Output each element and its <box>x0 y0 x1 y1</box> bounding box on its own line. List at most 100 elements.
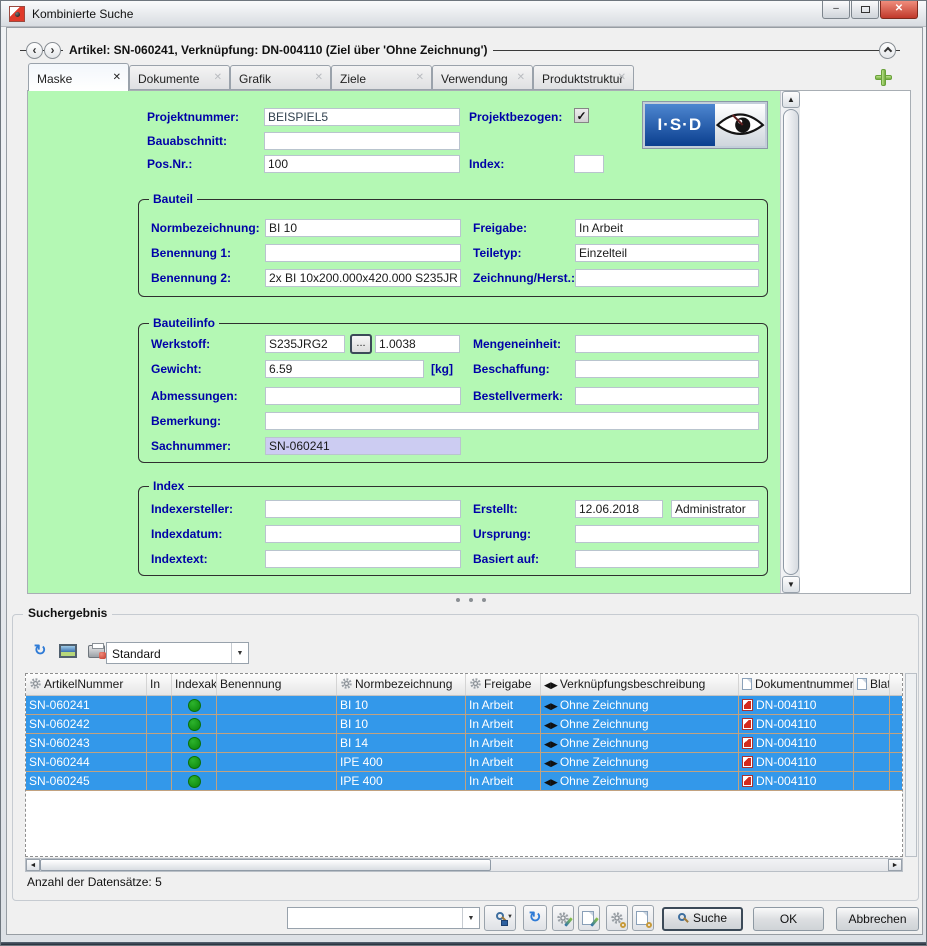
table-horizontal-scrollbar[interactable]: ◄ ► <box>25 858 903 872</box>
refresh-search-button[interactable]: ↻ <box>523 905 547 931</box>
basiert-field[interactable] <box>575 550 759 568</box>
maximize-button[interactable] <box>851 1 879 19</box>
col-artikelnummer[interactable]: ArtikelNummer <box>26 674 147 695</box>
werkstoff-field[interactable] <box>265 335 345 353</box>
tab-close-icon[interactable]: ✕ <box>113 72 121 83</box>
indextext-field[interactable] <box>265 550 461 568</box>
chevron-down-icon[interactable]: ▼ <box>231 643 248 663</box>
tab-grafik[interactable]: Grafik ✕ <box>230 65 331 90</box>
result-view-select[interactable]: Standard ▼ <box>106 642 249 664</box>
werkstoffnr-field[interactable] <box>375 335 460 353</box>
indexdatum-field[interactable] <box>265 525 461 543</box>
scroll-down-button[interactable]: ▼ <box>782 576 800 593</box>
kombinierte-suche-window: Kombinierte Suche – ✕ ‹ › Artikel: SN-06… <box>0 0 927 946</box>
basiert-label: Basiert auf: <box>473 552 539 566</box>
tab-close-icon[interactable]: ✕ <box>618 72 626 83</box>
projektnummer-field[interactable] <box>264 108 460 126</box>
bauabschnitt-field[interactable] <box>264 132 460 150</box>
add-tab-button[interactable] <box>873 67 894 88</box>
article-mask-button[interactable] <box>552 905 574 931</box>
col-normbezeichnung[interactable]: Normbezeichnung <box>337 674 466 695</box>
scroll-up-button[interactable]: ▲ <box>782 91 800 108</box>
tab-ziele[interactable]: Ziele ✕ <box>331 65 432 90</box>
sachnummer-field[interactable] <box>265 437 461 455</box>
posnr-field[interactable] <box>264 155 460 173</box>
minimize-icon: – <box>833 3 839 14</box>
beschaffung-field[interactable] <box>575 360 759 378</box>
tab-produktstruktur[interactable]: Produktstruktur ✕ <box>533 65 634 90</box>
tab-maske[interactable]: Maske ✕ <box>28 63 129 91</box>
col-benennung[interactable]: Benennung <box>217 674 337 695</box>
document-search-button[interactable] <box>632 905 654 931</box>
ok-button[interactable]: OK <box>753 907 824 931</box>
scrollbar-thumb[interactable] <box>783 109 799 575</box>
tab-dokumente[interactable]: Dokumente ✕ <box>129 65 230 90</box>
tab-close-icon[interactable]: ✕ <box>214 72 222 83</box>
teiletyp-field[interactable] <box>575 244 759 262</box>
table-row[interactable]: SN-060244 IPE 400 In Arbeit ◀▶Ohne Zeich… <box>26 753 902 772</box>
splitter-handle[interactable] <box>447 598 495 606</box>
scrollbar-thumb[interactable] <box>40 859 491 871</box>
benennung2-field[interactable] <box>265 269 461 287</box>
table-row[interactable]: SN-060243 BI 14 In Arbeit ◀▶Ohne Zeichnu… <box>26 734 902 753</box>
abbrechen-button[interactable]: Abbrechen <box>836 907 919 931</box>
tab-close-icon[interactable]: ✕ <box>416 72 424 83</box>
tab-close-icon[interactable]: ✕ <box>517 72 525 83</box>
scroll-right-icon: ► <box>892 862 899 869</box>
abmessungen-field[interactable] <box>265 387 461 405</box>
col-blatt[interactable]: Blatt <box>854 674 890 695</box>
col-indexakt[interactable]: Indexakt <box>172 674 217 695</box>
col-in[interactable]: In <box>147 674 172 695</box>
nav-back-button[interactable]: ‹ <box>26 42 43 59</box>
close-button[interactable]: ✕ <box>880 1 918 19</box>
scroll-left-button[interactable]: ◄ <box>26 859 40 871</box>
indexersteller-label: Indexersteller: <box>151 502 233 516</box>
refresh-result-button[interactable]: ↻ <box>29 641 51 663</box>
chevron-down-icon[interactable]: ▼ <box>462 908 479 928</box>
freigabe-field[interactable] <box>575 219 759 237</box>
projektnummer-label: Projektnummer: <box>147 110 239 124</box>
col-verknuepfung[interactable]: ◀▶Verknüpfungsbeschreibung <box>541 674 739 695</box>
title-bar[interactable]: Kombinierte Suche – ✕ <box>1 1 926 27</box>
tab-label: Maske <box>37 72 72 86</box>
tab-verwendung[interactable]: Verwendung ✕ <box>432 65 533 90</box>
mengeneinheit-field[interactable] <box>575 335 759 353</box>
table-vertical-scrollbar[interactable] <box>905 673 917 857</box>
zeichnung-field[interactable] <box>575 269 759 287</box>
article-search-button[interactable] <box>606 905 628 931</box>
table-row[interactable]: SN-060242 BI 10 In Arbeit ◀▶Ohne Zeichnu… <box>26 715 902 734</box>
export-view-button[interactable] <box>57 641 79 663</box>
cell-normbezeichnung: BI 10 <box>337 696 466 714</box>
projektbezogen-checkbox[interactable]: ✓ <box>574 108 589 123</box>
tab-close-icon[interactable]: ✕ <box>315 72 323 83</box>
minimize-button[interactable]: – <box>822 1 850 19</box>
erstellt-user-field[interactable] <box>671 500 759 518</box>
search-name-select[interactable]: ▼ <box>287 907 480 929</box>
table-row[interactable]: SN-060245 IPE 400 In Arbeit ◀▶Ohne Zeich… <box>26 772 902 791</box>
save-search-button[interactable]: ▼ <box>484 905 516 931</box>
index-field[interactable] <box>574 155 604 173</box>
bemerkung-field[interactable] <box>265 412 759 430</box>
document-mask-button[interactable] <box>578 905 600 931</box>
record-count-status: Anzahl der Datensätze: 5 <box>27 875 162 889</box>
suche-button[interactable]: Suche <box>662 907 743 931</box>
normbezeichnung-field[interactable] <box>265 219 461 237</box>
mask-scrollbar[interactable]: ▲ ▼ <box>780 91 800 593</box>
indexersteller-field[interactable] <box>265 500 461 518</box>
cell-in <box>147 715 172 733</box>
print-button[interactable] <box>85 641 107 663</box>
bestellvermerk-field[interactable] <box>575 387 759 405</box>
col-dokumentnummer[interactable]: Dokumentnummer <box>739 674 854 695</box>
erstellt-datum-field[interactable] <box>575 500 663 518</box>
table-row[interactable]: SN-060241 BI 10 In Arbeit ◀▶Ohne Zeichnu… <box>26 696 902 715</box>
nav-forward-button[interactable]: › <box>44 42 61 59</box>
werkstoff-browse-button[interactable]: ... <box>350 334 372 354</box>
cell-dokumentnummer: DN-004110 <box>739 696 854 714</box>
scroll-right-button[interactable]: ► <box>888 859 902 871</box>
collapse-button[interactable] <box>879 42 896 59</box>
ursprung-field[interactable] <box>575 525 759 543</box>
benennung1-field[interactable] <box>265 244 461 262</box>
gewicht-field[interactable] <box>265 360 424 378</box>
col-freigabe[interactable]: Freigabe <box>466 674 541 695</box>
index-group: Index Indexersteller: Erstellt: Indexdat… <box>138 486 768 576</box>
